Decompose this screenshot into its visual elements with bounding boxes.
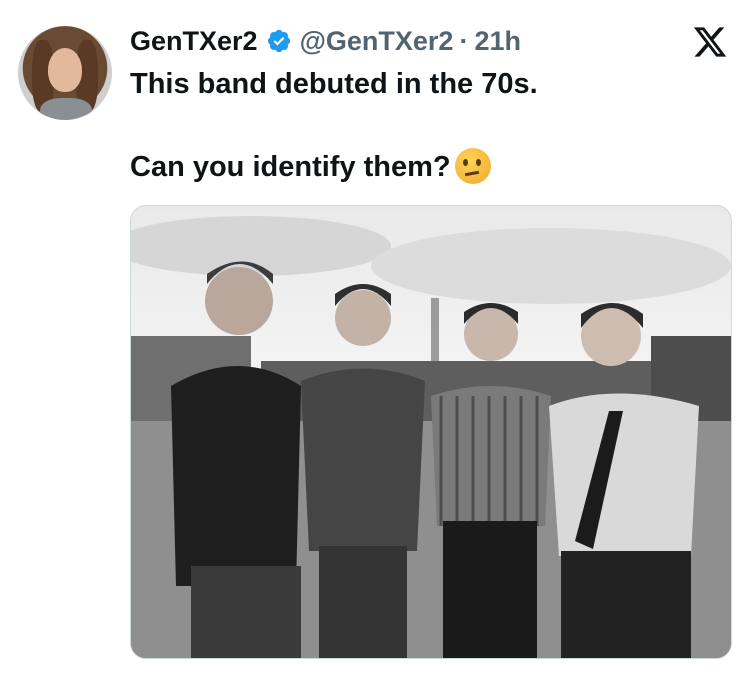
author-avatar[interactable] bbox=[18, 26, 112, 120]
avatar-body bbox=[40, 98, 92, 120]
author-display-name[interactable]: GenTXer2 bbox=[130, 24, 258, 58]
tweet-timestamp[interactable]: 21h bbox=[474, 24, 521, 58]
tweet-header: GenTXer2 @GenTXer2 · 21h bbox=[130, 24, 670, 58]
x-logo-icon bbox=[693, 27, 727, 57]
thinking-face-icon bbox=[454, 148, 491, 184]
tweet-question: Can you identify them? bbox=[130, 151, 451, 183]
separator-dot: · bbox=[459, 26, 469, 56]
tweet-actions-edge bbox=[130, 674, 730, 682]
tweet-text-line: Can you identify them? bbox=[130, 148, 720, 185]
author-handle[interactable]: @GenTXer2 bbox=[300, 24, 454, 58]
tweet-text: This band debuted in the 70s. Can you id… bbox=[130, 66, 720, 185]
band-photo-icon bbox=[131, 216, 731, 658]
tweet-photo[interactable] bbox=[130, 205, 732, 659]
verified-badge-icon[interactable] bbox=[266, 28, 292, 54]
tweet-text-line: This band debuted in the 70s. bbox=[130, 68, 538, 100]
avatar-face bbox=[48, 48, 82, 92]
